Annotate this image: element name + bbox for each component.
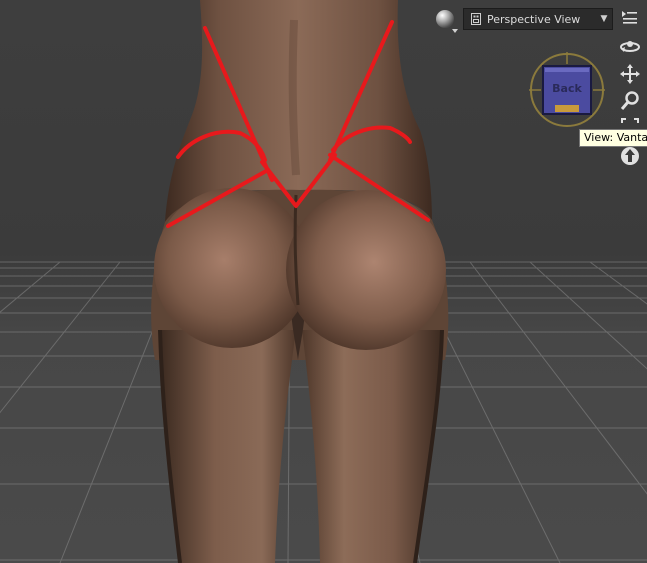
- reset-view-icon[interactable]: [619, 145, 641, 167]
- 3d-viewport[interactable]: Perspective View ▼ Back View: Vanta: [0, 0, 647, 563]
- viewport-menu-icon[interactable]: [620, 10, 638, 26]
- orbit-icon[interactable]: [619, 36, 641, 58]
- chevron-down-icon: ▼: [600, 14, 608, 24]
- camera-label: Perspective View: [487, 12, 581, 26]
- display-style-sphere-icon[interactable]: [434, 8, 458, 34]
- zoom-icon[interactable]: [619, 90, 641, 112]
- camera-icon: [471, 13, 481, 25]
- view-cube-face-label: Back: [552, 82, 582, 95]
- figure-model: [151, 0, 449, 563]
- pan-icon[interactable]: [619, 63, 641, 85]
- camera-selector[interactable]: Perspective View ▼: [463, 8, 613, 30]
- tooltip: View: Vantage: [579, 129, 647, 147]
